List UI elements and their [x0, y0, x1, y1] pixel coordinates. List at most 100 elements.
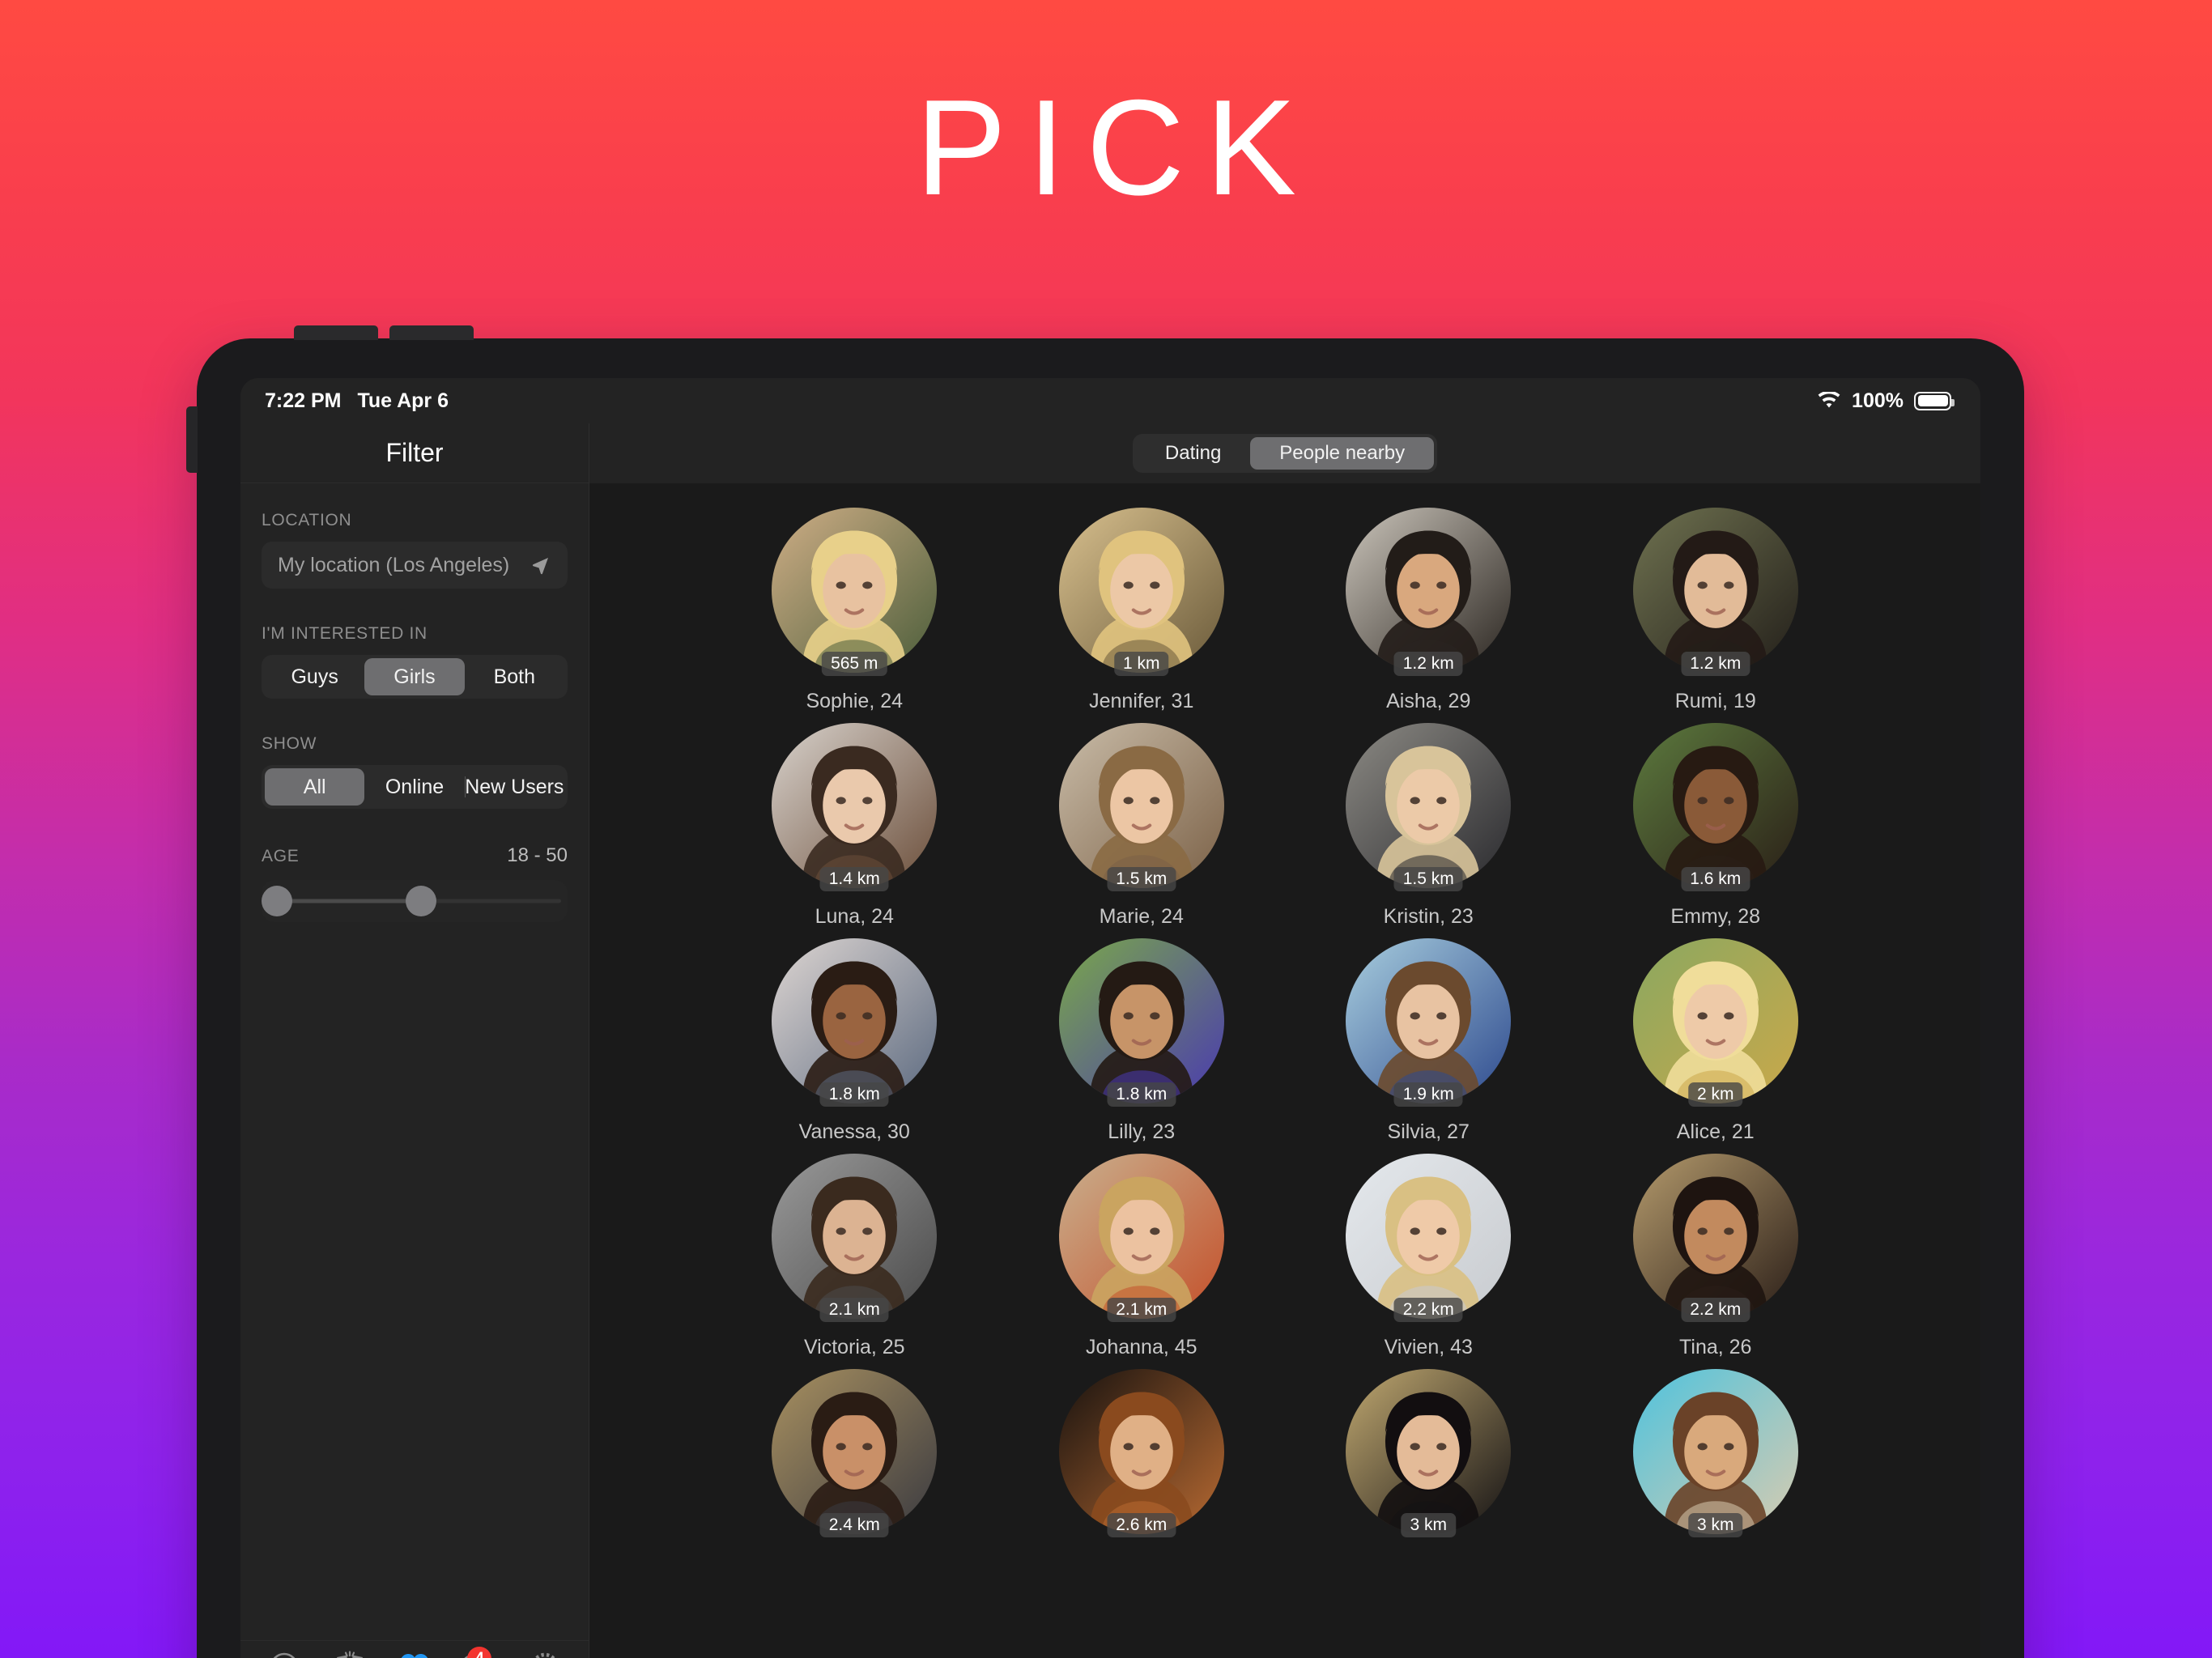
avatar-wrap[interactable]: 1.2 km [1346, 508, 1512, 676]
person-card[interactable]: 1.8 km Vanessa, 30 [711, 938, 998, 1144]
distance-badge: 1.5 km [1393, 867, 1463, 891]
segment-girls[interactable]: Girls [364, 658, 465, 695]
person-card[interactable]: 1 km Jennifer, 31 [998, 508, 1286, 713]
person-card[interactable]: 3 km [1285, 1369, 1572, 1537]
avatar[interactable] [772, 1369, 938, 1534]
interested-segmented-control[interactable]: Guys Girls Both [262, 655, 568, 699]
tab-dating-mode[interactable]: Dating [1136, 437, 1250, 470]
avatar[interactable] [1632, 1154, 1798, 1319]
navigation-arrow-icon[interactable] [529, 554, 551, 576]
avatar-wrap[interactable]: 1.8 km [772, 938, 938, 1107]
chats-unread-badge: 4 [467, 1646, 492, 1658]
avatar[interactable] [1058, 723, 1224, 888]
slider-thumb-min[interactable] [261, 886, 292, 916]
location-label: LOCATION [262, 511, 352, 529]
person-card[interactable]: 1.5 km Marie, 24 [998, 723, 1286, 929]
person-card[interactable]: 2.4 km [711, 1369, 998, 1537]
status-bar-right: 100% [1817, 389, 1955, 413]
person-card[interactable]: 1.4 km Luna, 24 [711, 723, 998, 929]
person-card[interactable]: 565 m Sophie, 24 [711, 508, 998, 713]
person-card[interactable]: 1.2 km Rumi, 19 [1572, 508, 1860, 713]
avatar[interactable] [1058, 508, 1224, 673]
avatar-wrap[interactable]: 2 km [1632, 938, 1798, 1107]
side-power-button[interactable] [186, 406, 198, 473]
avatar[interactable] [1346, 508, 1512, 673]
avatar[interactable] [1058, 1154, 1224, 1319]
person-card[interactable]: 2.2 km Vivien, 43 [1285, 1154, 1572, 1359]
person-card[interactable]: 1.5 km Kristin, 23 [1285, 723, 1572, 929]
avatar-wrap[interactable]: 1.5 km [1058, 723, 1224, 891]
segment-new-users[interactable]: New Users [464, 768, 564, 806]
person-card[interactable]: 1.9 km Silvia, 27 [1285, 938, 1572, 1144]
avatar[interactable] [1632, 508, 1798, 673]
status-bar: 7:22 PM Tue Apr 6 100% [240, 378, 1980, 423]
avatar[interactable] [772, 938, 938, 1103]
avatar-wrap[interactable]: 1.8 km [1058, 938, 1224, 1107]
person-card[interactable]: 1.2 km Aisha, 29 [1285, 508, 1572, 713]
avatar[interactable] [1346, 1369, 1512, 1534]
avatar[interactable] [1058, 938, 1224, 1103]
avatar[interactable] [1346, 938, 1512, 1103]
avatar-wrap[interactable]: 2.2 km [1346, 1154, 1512, 1322]
avatar-wrap[interactable]: 1.9 km [1346, 938, 1512, 1107]
wifi-icon [1817, 392, 1841, 410]
tab-hangouts[interactable]: Hangouts [317, 1648, 381, 1658]
filter-title: Filter [385, 438, 444, 467]
age-range-slider[interactable] [261, 880, 568, 922]
volume-up-button[interactable] [294, 325, 378, 340]
tab-people-nearby-mode[interactable]: People nearby [1250, 437, 1435, 470]
distance-badge: 1.4 km [819, 867, 889, 891]
avatar-wrap[interactable]: 1.6 km [1632, 723, 1798, 891]
slider-thumb-max[interactable] [405, 886, 436, 916]
avatar-wrap[interactable]: 2.1 km [1058, 1154, 1224, 1322]
avatar-wrap[interactable]: 1 km [1058, 508, 1224, 676]
tab-settings[interactable]: Settings [513, 1648, 577, 1658]
avatar-wrap[interactable]: 2.6 km [1058, 1369, 1224, 1537]
person-card[interactable]: 3 km [1572, 1369, 1860, 1537]
avatar[interactable] [1346, 1154, 1512, 1319]
avatar-wrap[interactable]: 1.5 km [1346, 723, 1512, 891]
avatar-wrap[interactable]: 3 km [1346, 1369, 1512, 1537]
show-segmented-control[interactable]: All Online New Users [262, 765, 568, 809]
avatar[interactable] [1058, 1369, 1224, 1534]
age-label: AGE [262, 847, 300, 865]
tab-chats[interactable]: 4 Chats [447, 1646, 512, 1658]
tab-contacts[interactable]: Contacts [252, 1648, 317, 1658]
person-card[interactable]: 2.6 km [998, 1369, 1286, 1537]
avatar[interactable] [1346, 723, 1512, 888]
avatar-wrap[interactable]: 565 m [772, 508, 938, 676]
avatar[interactable] [1632, 723, 1798, 888]
person-card[interactable]: 2.1 km Johanna, 45 [998, 1154, 1286, 1359]
show-label: SHOW [262, 734, 317, 753]
mode-segmented-control[interactable]: Dating People nearby [1132, 434, 1438, 473]
tab-dating[interactable]: Dating [382, 1648, 447, 1658]
avatar[interactable] [1632, 1369, 1798, 1534]
segment-all[interactable]: All [265, 768, 365, 806]
avatar-wrap[interactable]: 3 km [1632, 1369, 1798, 1537]
segment-guys[interactable]: Guys [265, 658, 364, 695]
avatar[interactable] [772, 723, 938, 888]
person-card[interactable]: 2.1 km Victoria, 25 [711, 1154, 998, 1359]
person-card[interactable]: 1.8 km Lilly, 23 [998, 938, 1286, 1144]
volume-down-button[interactable] [389, 325, 474, 340]
location-input[interactable]: My location (Los Angeles) [262, 542, 568, 589]
person-card[interactable]: 1.6 km Emmy, 28 [1572, 723, 1860, 929]
avatar-wrap[interactable]: 2.4 km [772, 1369, 938, 1537]
segment-online[interactable]: Online [364, 768, 464, 806]
avatar[interactable] [772, 508, 938, 673]
chat-bubbles-icon: 4 [462, 1646, 496, 1658]
person-name: Vanessa, 30 [798, 1120, 910, 1143]
avatar-wrap[interactable]: 1.2 km [1632, 508, 1798, 676]
avatar-wrap[interactable]: 2.1 km [772, 1154, 938, 1322]
age-header: AGE 18 - 50 [262, 844, 568, 867]
avatar[interactable] [772, 1154, 938, 1319]
person-card[interactable]: 2.2 km Tina, 26 [1572, 1154, 1860, 1359]
avatar-wrap[interactable]: 2.2 km [1632, 1154, 1798, 1322]
distance-badge: 1.2 km [1393, 652, 1463, 676]
person-card[interactable]: 2 km Alice, 21 [1572, 938, 1860, 1144]
avatar-wrap[interactable]: 1.4 km [772, 723, 938, 891]
distance-badge: 2.4 km [819, 1513, 889, 1537]
people-grid-scroll[interactable]: 565 m Sophie, 24 1 km Jennifer, 31 1.2 km Ais… [589, 483, 1980, 1658]
avatar[interactable] [1632, 938, 1798, 1103]
segment-both[interactable]: Both [465, 658, 564, 695]
